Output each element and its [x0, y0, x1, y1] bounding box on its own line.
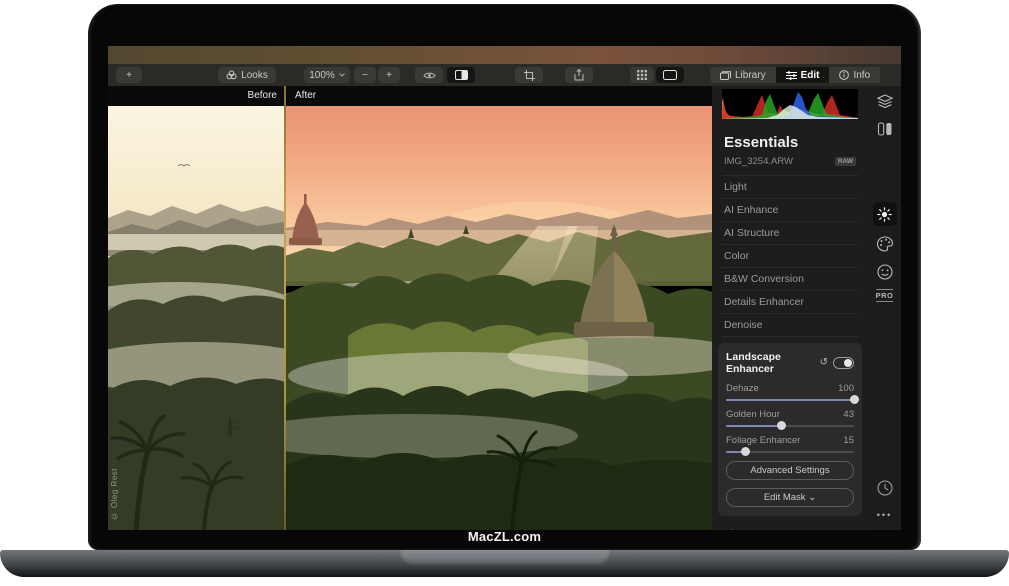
zoom-level-value: 100%	[309, 70, 335, 81]
info-icon	[839, 70, 849, 80]
icon-rail: PRO •••	[868, 86, 901, 530]
compare-label-bar: Before After	[108, 86, 712, 106]
panel-title: Essentials	[724, 134, 856, 151]
slider-dehaze: Dehaze 100	[726, 383, 854, 401]
plus-icon: +	[126, 70, 132, 81]
quick-preview-button[interactable]	[415, 67, 443, 83]
before-after-icon[interactable]	[877, 122, 892, 141]
add-button[interactable]: +	[116, 67, 142, 83]
tab-info[interactable]: Info	[829, 67, 880, 83]
zoom-level-dropdown[interactable]: 100%	[304, 67, 350, 83]
zoom-in-button[interactable]: +	[378, 67, 400, 83]
before-label: Before	[108, 86, 277, 106]
content-row: Before After	[108, 86, 901, 530]
slider-dehaze-label: Dehaze	[726, 383, 759, 394]
filter-item-bw-conversion[interactable]: B&W Conversion	[722, 268, 858, 291]
tab-library[interactable]: Library	[710, 67, 776, 83]
creative-category-icon[interactable]	[876, 236, 893, 257]
canvas-icon	[663, 70, 677, 80]
bezel-branding: MacZL.com	[88, 529, 921, 544]
layers-icon[interactable]	[877, 94, 893, 114]
before-after-divider-handle[interactable]	[284, 86, 286, 530]
page: + Looks 100% − +	[0, 0, 1009, 586]
screen: + Looks 100% − +	[108, 46, 901, 530]
file-row: IMG_3254.ARW RAW	[724, 156, 856, 167]
filename: IMG_3254.ARW	[724, 156, 793, 167]
slider-golden-hour-track[interactable]	[726, 425, 854, 427]
slider-foliage-knob[interactable]	[741, 447, 750, 456]
slider-foliage-track[interactable]	[726, 451, 854, 453]
gallery-view-button[interactable]	[630, 67, 654, 83]
advanced-settings-button[interactable]: Advanced Settings	[726, 461, 854, 480]
landscape-enhancer-card: Landscape Enhancer ↺ Dehaze 100	[718, 343, 862, 516]
slider-golden-hour-label: Golden Hour	[726, 409, 780, 420]
photo-credit: © Oleg Rest	[110, 468, 119, 520]
minus-icon: −	[362, 70, 368, 81]
slider-golden-hour: Golden Hour 43	[726, 409, 854, 427]
app-titlebar-blur	[108, 46, 901, 64]
photo-image: © Oleg Rest	[108, 106, 712, 530]
filter-item-details-enhancer[interactable]: Details Enhancer	[722, 291, 858, 314]
after-label: After	[295, 86, 316, 106]
tab-library-label: Library	[735, 70, 766, 81]
crop-button[interactable]	[515, 67, 543, 83]
looks-button[interactable]: Looks	[218, 67, 276, 83]
tab-info-label: Info	[853, 70, 870, 81]
slider-dehaze-value: 100	[838, 383, 854, 394]
sliders-icon	[786, 71, 797, 80]
portrait-category-icon[interactable]	[877, 264, 893, 285]
compare-button[interactable]	[447, 67, 475, 83]
tab-edit-label: Edit	[801, 70, 820, 81]
filter-toggle[interactable]	[833, 357, 854, 369]
tab-edit[interactable]: Edit	[776, 67, 830, 83]
more-options-icon[interactable]: •••	[877, 510, 892, 520]
slider-foliage-value: 15	[843, 435, 854, 446]
export-button[interactable]	[565, 67, 593, 83]
filter-item-light[interactable]: Light	[722, 176, 858, 199]
share-icon	[574, 69, 584, 81]
pro-category-badge[interactable]: PRO	[876, 289, 894, 302]
landscape-enhancer-title[interactable]: Landscape Enhancer	[726, 351, 820, 375]
filter-item-denoise[interactable]: Denoise	[722, 314, 858, 337]
looks-label: Looks	[241, 70, 268, 81]
reset-icon[interactable]: ↺	[820, 358, 828, 368]
raw-badge: RAW	[835, 157, 856, 166]
looks-icon	[226, 70, 237, 80]
macbook-lid: + Looks 100% − +	[88, 4, 921, 550]
photo-canvas: Before After	[108, 86, 712, 530]
library-icon	[720, 71, 731, 80]
grid-icon	[637, 70, 647, 80]
toggle-dot	[844, 359, 852, 367]
single-view-button[interactable]	[656, 67, 684, 83]
eye-icon	[423, 71, 436, 80]
chevron-down-icon	[339, 73, 345, 77]
filter-item-color[interactable]: Color	[722, 245, 858, 268]
history-icon[interactable]	[877, 480, 893, 501]
slider-foliage-label: Foliage Enhancer	[726, 435, 800, 446]
plus-icon: +	[386, 70, 392, 81]
slider-foliage-enhancer: Foliage Enhancer 15	[726, 435, 854, 453]
filter-item-ai-structure[interactable]: AI Structure	[722, 222, 858, 245]
toolbar: + Looks 100% − +	[108, 64, 901, 86]
macbook-base	[0, 550, 1009, 577]
slider-golden-hour-value: 43	[843, 409, 854, 420]
essentials-category-icon[interactable]	[873, 202, 897, 226]
slider-dehaze-track[interactable]	[726, 399, 854, 401]
macbook-lid-notch	[400, 550, 610, 565]
compare-split-icon	[455, 70, 468, 80]
edit-sidebar: Essentials IMG_3254.ARW RAW Light AI Enh…	[712, 86, 868, 530]
filter-item-ai-enhance[interactable]: AI Enhance	[722, 199, 858, 222]
crop-icon	[524, 70, 535, 81]
zoom-out-button[interactable]: −	[354, 67, 376, 83]
edit-mask-button[interactable]: Edit Mask ⌄	[726, 488, 854, 507]
mode-tabs: Library Edit Info	[710, 67, 886, 83]
filter-list: Light AI Enhance AI Structure Color B&W …	[722, 175, 858, 337]
slider-dehaze-knob[interactable]	[850, 395, 859, 404]
histogram	[722, 89, 858, 119]
slider-golden-hour-knob[interactable]	[777, 421, 786, 430]
